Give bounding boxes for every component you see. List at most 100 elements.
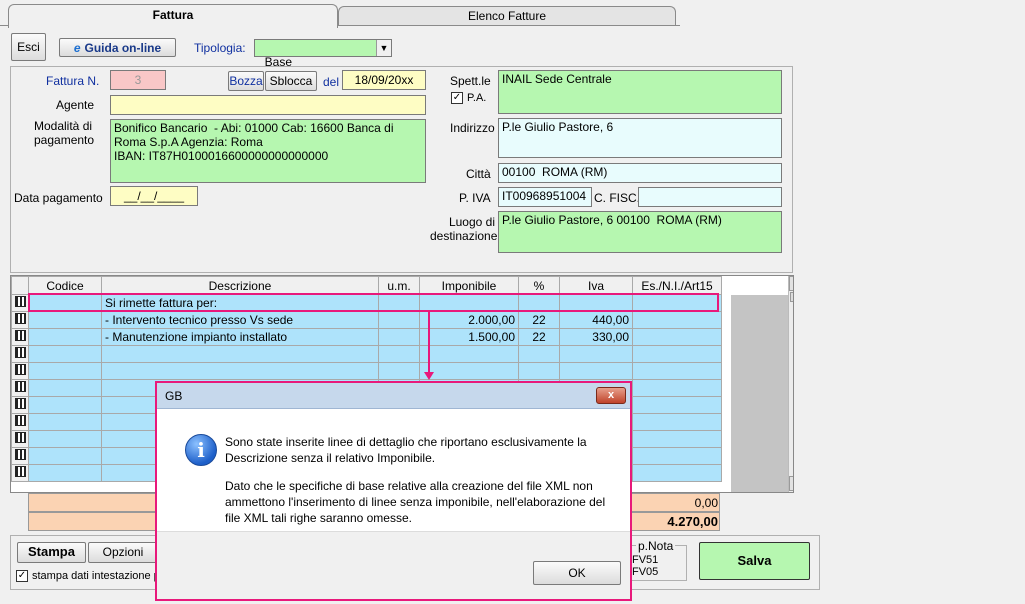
dialog-message-1: Sono state inserite linee di dettaglio c…: [225, 435, 587, 465]
row-indicator[interactable]: [11, 396, 29, 414]
cell-percent[interactable]: [518, 345, 560, 363]
cell-iva[interactable]: [559, 362, 633, 380]
cell-um[interactable]: [378, 311, 420, 329]
column-header-esenzione[interactable]: Es./N.I./Art15: [632, 276, 722, 295]
cell-codice[interactable]: [28, 413, 102, 431]
column-header-percent[interactable]: %: [518, 276, 560, 295]
data-pagamento-field[interactable]: __/__/____: [110, 186, 198, 206]
cell-iva[interactable]: 440,00: [559, 311, 633, 329]
cell-descrizione[interactable]: - Intervento tecnico presso Vs sede: [101, 311, 379, 329]
tab-fattura[interactable]: Fattura: [8, 4, 338, 28]
cell-imponibile[interactable]: 2.000,00: [419, 311, 519, 329]
cell-iva[interactable]: 330,00: [559, 328, 633, 346]
cell-um[interactable]: [378, 362, 420, 380]
table-row[interactable]: [11, 345, 722, 363]
cell-imponibile[interactable]: [419, 345, 519, 363]
scroll-down-icon[interactable]: ▼: [789, 476, 793, 491]
dialog-title: GB: [165, 389, 183, 403]
tab-stampa[interactable]: Stampa: [17, 542, 86, 563]
tab-elenco-fatture[interactable]: Elenco Fatture: [338, 6, 676, 25]
stampa-intestazione-checkbox[interactable]: ✓: [16, 570, 28, 582]
cell-codice[interactable]: [28, 362, 102, 380]
highlight-row-box: [28, 293, 719, 312]
column-header-codice[interactable]: Codice: [28, 276, 102, 295]
fattura-numero-field[interactable]: 3: [110, 70, 166, 90]
cell-codice[interactable]: [28, 430, 102, 448]
column-header-iva[interactable]: Iva: [559, 276, 633, 295]
save-button[interactable]: Salva: [699, 542, 810, 580]
scroll-up-icon[interactable]: ▲: [789, 276, 793, 291]
cell-percent[interactable]: [518, 362, 560, 380]
row-indicator[interactable]: [11, 311, 29, 329]
stampa-intestazione-label: stampa dati intestazione p: [32, 570, 160, 582]
cfisc-field[interactable]: [638, 187, 782, 207]
exit-button[interactable]: Esci: [11, 33, 46, 61]
cell-codice[interactable]: [28, 379, 102, 397]
cell-iva[interactable]: [559, 345, 633, 363]
column-header-imponibile[interactable]: Imponibile: [419, 276, 519, 295]
indirizzo-field[interactable]: P.le Giulio Pastore, 6: [498, 118, 782, 158]
table-row[interactable]: - Manutenzione impianto installato 1.500,…: [11, 328, 722, 346]
cell-imponibile[interactable]: 1.500,00: [419, 328, 519, 346]
cell-esenzione[interactable]: [632, 345, 722, 363]
row-handle-icon: [14, 364, 26, 375]
cell-esenzione[interactable]: [632, 464, 722, 482]
cell-percent[interactable]: 22: [518, 328, 560, 346]
cell-esenzione[interactable]: [632, 311, 722, 329]
table-row[interactable]: [11, 362, 722, 380]
row-indicator[interactable]: [11, 430, 29, 448]
piva-field[interactable]: IT00968951004: [498, 187, 592, 207]
cell-esenzione[interactable]: [632, 447, 722, 465]
row-indicator[interactable]: [11, 447, 29, 465]
close-icon[interactable]: x: [596, 387, 626, 404]
cell-esenzione[interactable]: [632, 362, 722, 380]
tab-opzioni[interactable]: Opzioni: [88, 542, 158, 563]
bozza-button[interactable]: Bozza: [228, 71, 264, 91]
chevron-down-icon[interactable]: ▼: [376, 40, 391, 56]
ok-button[interactable]: OK: [533, 561, 621, 585]
cell-codice[interactable]: [28, 396, 102, 414]
cell-codice[interactable]: [28, 447, 102, 465]
cell-codice[interactable]: [28, 345, 102, 363]
row-indicator[interactable]: [11, 294, 29, 312]
spett-label: Spett.le: [450, 74, 491, 88]
grid-scrollbar[interactable]: ▲ ▼: [788, 276, 793, 492]
cell-descrizione[interactable]: - Manutenzione impianto installato: [101, 328, 379, 346]
cell-esenzione[interactable]: [632, 379, 722, 397]
cell-descrizione[interactable]: [101, 362, 379, 380]
invoice-date-field[interactable]: 18/09/20xx: [342, 70, 426, 90]
cell-esenzione[interactable]: [632, 430, 722, 448]
dialog-message-2: Dato che le specifiche di base relative …: [225, 479, 606, 525]
guide-online-button[interactable]: e Guida on-line: [59, 38, 176, 57]
tipologia-label: Tipologia:: [194, 41, 246, 55]
luogo-destinazione-field[interactable]: P.le Giulio Pastore, 6 00100 ROMA (RM): [498, 211, 782, 253]
column-header-um[interactable]: u.m.: [378, 276, 420, 295]
table-row[interactable]: - Intervento tecnico presso Vs sede 2.000…: [11, 311, 722, 329]
pa-checkbox[interactable]: ✓: [451, 92, 463, 104]
cell-codice[interactable]: [28, 464, 102, 482]
scroll-thumb[interactable]: [790, 292, 793, 302]
row-indicator[interactable]: [11, 362, 29, 380]
cell-um[interactable]: [378, 328, 420, 346]
row-indicator[interactable]: [11, 464, 29, 482]
spett-field[interactable]: INAIL Sede Centrale: [498, 70, 782, 114]
agente-field[interactable]: [110, 95, 426, 115]
cell-esenzione[interactable]: [632, 396, 722, 414]
cell-esenzione[interactable]: [632, 328, 722, 346]
cell-um[interactable]: [378, 345, 420, 363]
citta-field[interactable]: 00100 ROMA (RM): [498, 163, 782, 183]
tipologia-select[interactable]: Base ▼: [254, 39, 392, 69]
row-indicator[interactable]: [11, 328, 29, 346]
modalita-pagamento-field[interactable]: Bonifico Bancario - Abi: 01000 Cab: 1660…: [110, 119, 426, 183]
row-indicator[interactable]: [11, 413, 29, 431]
cell-codice[interactable]: [28, 328, 102, 346]
cell-descrizione[interactable]: [101, 345, 379, 363]
cell-imponibile[interactable]: [419, 362, 519, 380]
cell-percent[interactable]: 22: [518, 311, 560, 329]
cell-codice[interactable]: [28, 311, 102, 329]
cell-esenzione[interactable]: [632, 413, 722, 431]
row-indicator[interactable]: [11, 345, 29, 363]
row-indicator[interactable]: [11, 379, 29, 397]
sblocca-button[interactable]: Sblocca: [265, 71, 317, 91]
column-header-descrizione[interactable]: Descrizione: [101, 276, 379, 295]
